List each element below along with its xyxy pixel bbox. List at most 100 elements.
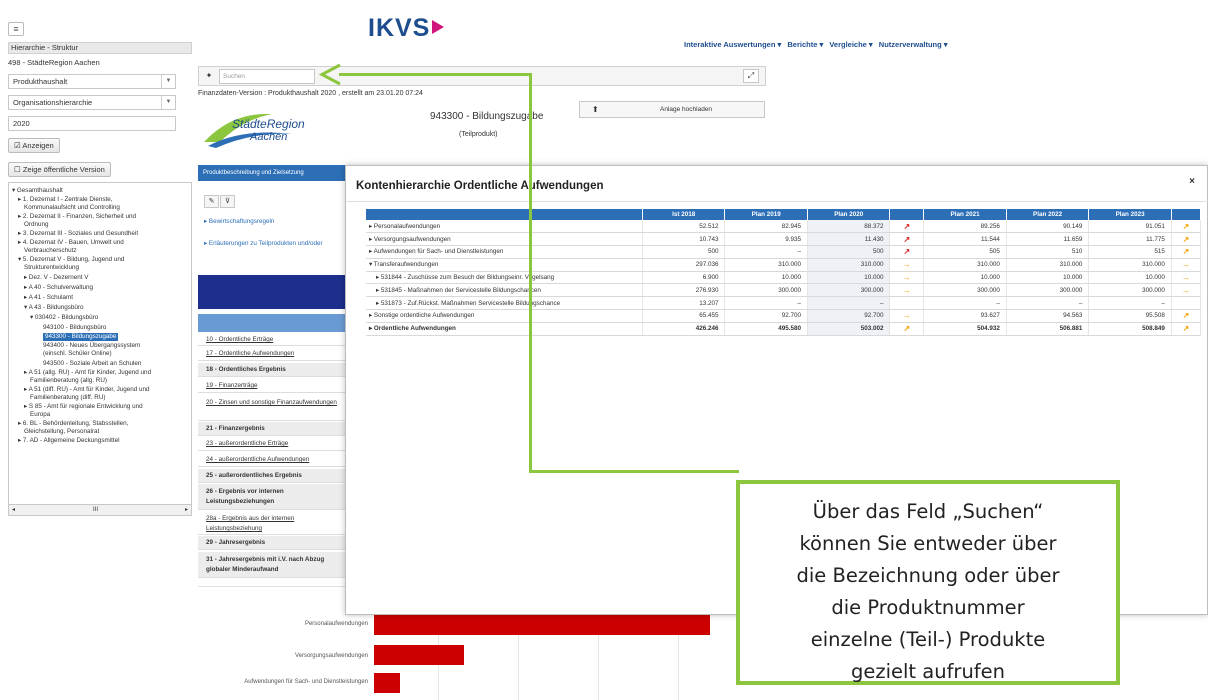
year-input[interactable]: 2020 <box>8 116 176 131</box>
value-cell: 495.580 <box>724 322 808 336</box>
scroll-thumb[interactable]: III <box>93 505 98 515</box>
product-subtitle: (Teilprodukt) <box>459 131 498 138</box>
trend-arrow-icon: → <box>1171 258 1202 272</box>
tree-item: Strukturentwicklung <box>24 264 79 271</box>
col-header <box>1171 209 1202 220</box>
scroll-left-icon[interactable]: ◂ <box>12 505 15 515</box>
tree-item-selected[interactable]: 943300 - Bildungszugabe <box>43 333 119 341</box>
chevron-down-icon: ▼ <box>161 96 175 109</box>
table-row[interactable]: ▸ 531844 - Zuschüsse zum Besuch der Bild… <box>366 271 1202 285</box>
filter-icon[interactable]: ⊽ <box>220 195 235 208</box>
data-version: Finanzdaten-Version : Produkthaushalt 20… <box>198 90 423 97</box>
table-row[interactable]: ▸ 531873 - Zuf.Rückst. Maßnahmen Service… <box>366 296 1202 311</box>
value-cell: 310.000 <box>1088 258 1172 272</box>
tree-item[interactable]: 943400 - Neues Übergangssystem <box>43 342 140 350</box>
value-cell: 300.000 <box>1006 283 1090 298</box>
nav-berichte[interactable]: Berichte ▾ <box>787 40 823 49</box>
expand-icon[interactable]: ⤢ <box>743 69 759 83</box>
tree-item[interactable]: ▸ 6. BL - Behördenleitung, Stabsstellen, <box>18 420 128 428</box>
tree-item[interactable]: ▸ A 41 - Schulamt <box>24 294 73 302</box>
tree-item[interactable]: 943500 - Soziale Arbeit an Schulen <box>43 360 141 368</box>
value-cell: 300.000 <box>724 283 808 298</box>
list-item[interactable]: 28a - Ergebnis aus der internen Leistung… <box>198 511 348 535</box>
value-cell: 52.512 <box>642 220 726 234</box>
nav-nutzerverwaltung[interactable]: Nutzerverwaltung ▾ <box>879 40 948 49</box>
trend-arrow-icon <box>889 296 925 311</box>
list-item[interactable]: 17 - Ordentliche Aufwendungen <box>198 347 348 361</box>
col-header[interactable]: Ist 2018 <box>642 209 726 220</box>
nav-vergleiche[interactable]: Vergleiche ▾ <box>829 40 872 49</box>
scroll-right-icon[interactable]: ▸ <box>185 505 188 515</box>
table-row[interactable]: ▸ Versorgungsaufwendungen 10.743 9.935 11.4… <box>366 232 1202 247</box>
trend-arrow-icon: ↗ <box>889 220 925 234</box>
trend-arrow-icon: ↗ <box>889 232 925 247</box>
value-cell: 94.563 <box>1006 309 1090 323</box>
col-header[interactable]: Plan 2021 <box>923 209 1007 220</box>
show-button[interactable]: ☑ Anzeigen <box>8 138 60 153</box>
tree-item[interactable]: ▸ Dez. V - Dezernent V <box>24 274 88 282</box>
value-cell: 11.775 <box>1088 232 1172 247</box>
tree-item[interactable]: ▾ 030402 - Bildungsbüro <box>30 314 98 322</box>
tree-item[interactable]: ▸ A 51 (allg. RU) - Amt für Kinder, Juge… <box>24 369 151 377</box>
tree-item[interactable]: ▸ 3. Dezernat III - Soziales und Gesundh… <box>18 230 138 238</box>
table-row[interactable]: ▸ Sonstige ordentliche Aufwendungen 65.45… <box>366 309 1202 323</box>
trend-arrow-icon: ↗ <box>1171 232 1202 247</box>
value-cell: 300.000 <box>1088 283 1172 298</box>
nav-interaktive-auswertungen[interactable]: Interaktive Auswertungen ▾ <box>684 40 781 49</box>
callout-line: Über das Feld „Suchen“ <box>812 500 1044 523</box>
tree-item[interactable]: ▸ S 85 - Amt für regionale Entwicklung u… <box>24 403 143 411</box>
hierarchy-select[interactable]: Organisationshierarchie ▼ <box>8 95 176 110</box>
arrow-horizontal <box>339 73 532 76</box>
list-item[interactable]: 23 - außerordentliche Erträge <box>198 437 348 451</box>
value-cell: 297.036 <box>642 258 726 272</box>
list-item[interactable]: 24 - außerordentliche Aufwendungen <box>198 453 348 467</box>
edit-icon[interactable]: ✎ <box>204 195 219 208</box>
tree-item[interactable]: ▾ A 43 - Bildungsbüro <box>24 304 84 312</box>
public-version-button[interactable]: ☐ Zeige öffentliche Version <box>8 162 111 177</box>
value-cell: 504.932 <box>923 322 1007 336</box>
tree-item[interactable]: ▸ 4. Dezernat IV - Bauen, Umwelt und <box>18 239 124 247</box>
tree-item[interactable]: ▸ 1. Dezernat I - Zentrale Dienste, <box>18 196 113 204</box>
link-erlaeuterungen[interactable]: ▸ Erläuterungen zu Teilprodukten und/ode… <box>204 240 323 247</box>
search-toolbar: ✦ Suchen ⤢ <box>198 66 766 86</box>
col-header[interactable]: Plan 2022 <box>1006 209 1090 220</box>
tree-item[interactable]: ▾ Gesamthaushalt <box>12 187 63 195</box>
col-header[interactable]: Plan 2023 <box>1088 209 1172 220</box>
trend-arrow-icon: ↗ <box>1171 245 1202 259</box>
table-row[interactable]: ▸ Ordentliche Aufwendungen 426.246 495.580… <box>366 322 1202 336</box>
link-bewirtschaftungsregeln[interactable]: ▸ Bewirtschaftungsregeln <box>204 218 274 225</box>
trend-arrow-icon: → <box>889 309 925 323</box>
tree-item: Gleichstellung, Personalrat <box>24 428 100 435</box>
value-cell: 92.700 <box>807 309 891 323</box>
value-cell: 503.002 <box>807 322 891 336</box>
list-item: 21 - Finanzergebnis <box>198 422 348 436</box>
tree-item[interactable]: ▸ 7. AD - Allgemeine Deckungsmittel <box>18 437 120 445</box>
upload-attachment-button[interactable]: ⬆ Anlage hochladen <box>579 101 765 118</box>
tree-item[interactable]: ▸ A 40 - Schulverwaltung <box>24 284 93 292</box>
hamburger-icon[interactable]: ≡ <box>8 22 24 36</box>
table-row[interactable]: ▾ Transferaufwendungen 297.036 310.000 310.… <box>366 258 1202 272</box>
list-item[interactable]: 19 - Finanzerträge <box>198 379 348 393</box>
list-item[interactable]: 20 - Zinsen und sonstige Finanzaufwendun… <box>198 395 348 421</box>
tree-item[interactable]: ▸ A 51 (diff. RU) - Amt für Kinder, Juge… <box>24 386 150 394</box>
bar-label: Versorgungsaufwendungen <box>294 653 368 659</box>
tree-horizontal-scrollbar[interactable]: ◂ III ▸ <box>8 504 192 516</box>
haushalt-select[interactable]: Produkthaushalt ▼ <box>8 74 176 89</box>
value-cell: – <box>1088 296 1172 311</box>
bar-personal <box>374 615 710 635</box>
table-row[interactable]: ▸ Personalaufwendungen 52.512 82.945 88.372… <box>366 220 1202 234</box>
tree-item[interactable]: ▾ 5. Dezernat V - Bildung, Jugend und <box>18 256 124 264</box>
col-header[interactable]: Plan 2019 <box>724 209 808 220</box>
list-item[interactable]: 10 - Ordentliche Erträge <box>198 333 348 346</box>
pin-icon[interactable]: ✦ <box>203 70 215 82</box>
table-row[interactable]: ▸ 531845 - Maßnahmen der Servicestelle B… <box>366 283 1202 298</box>
search-input[interactable]: Suchen <box>219 69 315 84</box>
close-icon[interactable]: × <box>1189 176 1195 187</box>
value-cell: 9.935 <box>724 232 808 247</box>
tab-produktbeschreibung[interactable]: Produktbeschreibung und Zielsetzung <box>198 165 348 181</box>
tree-item[interactable]: ▸ 2. Dezernat II - Finanzen, Sicherheit … <box>18 213 136 221</box>
col-header[interactable]: Plan 2020 <box>807 209 891 220</box>
trend-arrow-icon: ↗ <box>1171 309 1202 323</box>
tree-item[interactable]: 943100 - Bildungsbüro <box>43 324 106 332</box>
table-row[interactable]: ▸ Aufwendungen für Sach- und Dienstleist… <box>366 245 1202 259</box>
